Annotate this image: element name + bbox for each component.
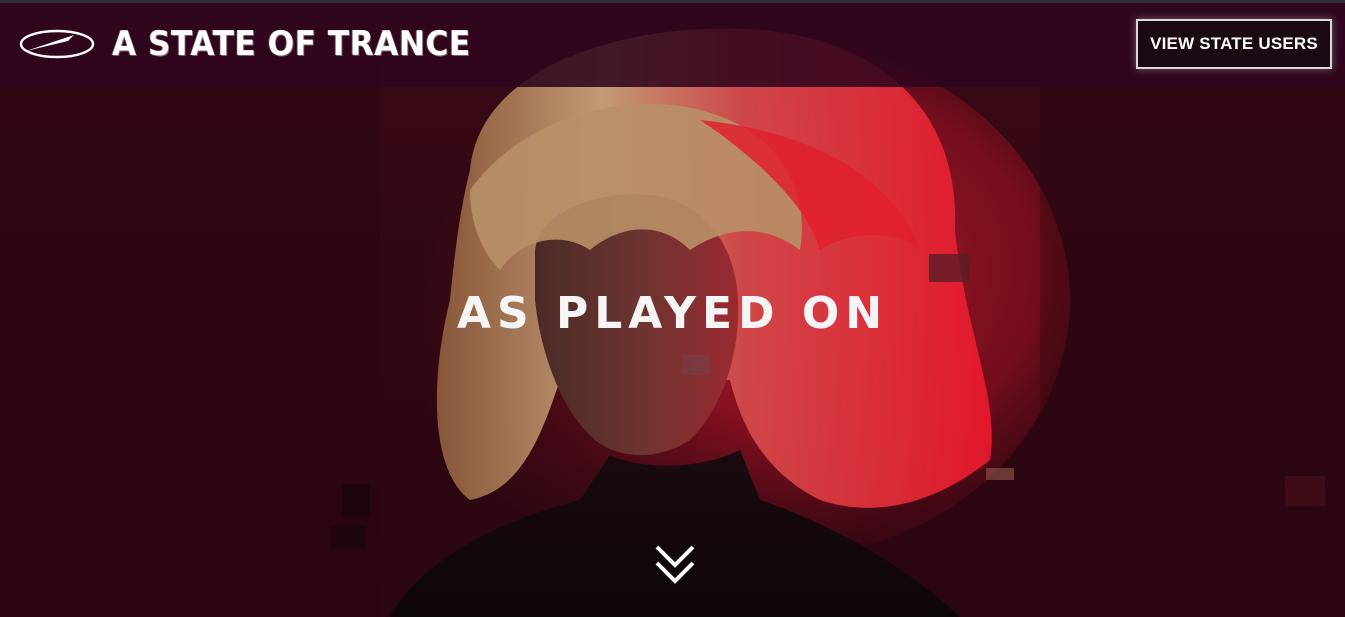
view-state-users-button[interactable]: VIEW STATE USERS <box>1136 19 1332 69</box>
glitch-square <box>342 484 370 518</box>
top-border <box>0 0 1345 3</box>
glitch-square <box>1285 476 1325 506</box>
site-logo[interactable]: A STATE OF TRANCE <box>18 24 502 64</box>
asot-arrow-logo-icon <box>19 29 95 59</box>
glitch-square <box>929 254 969 282</box>
hero-headline: AS PLAYED ON <box>456 288 889 339</box>
glitch-square <box>683 355 709 375</box>
glitch-square <box>986 468 1014 480</box>
double-chevron-down-icon[interactable] <box>653 543 697 587</box>
page: A STATE OF TRANCE VIEW STATE USERS AS PL… <box>0 0 1345 617</box>
logo-text: A STATE OF TRANCE <box>112 24 471 64</box>
glitch-square <box>330 526 366 548</box>
